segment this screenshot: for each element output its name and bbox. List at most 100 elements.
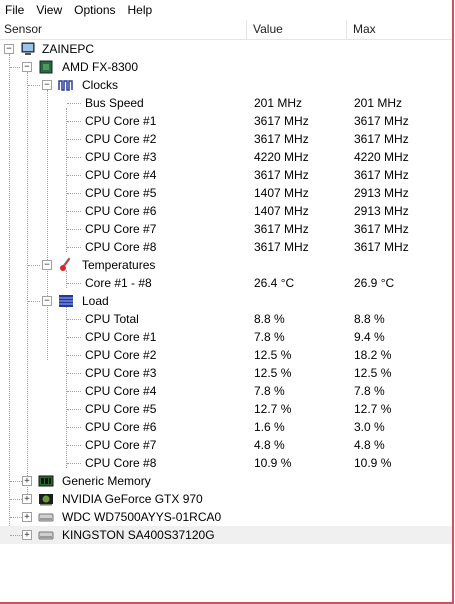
sensor-name: Bus Speed	[85, 96, 144, 110]
sensor-row[interactable]: CPU Core #5 1407 MHz 2913 MHz	[0, 184, 452, 202]
sensor-row[interactable]: CPU Core #7 4.8 % 4.8 %	[0, 436, 452, 454]
sensor-value: 3617 MHz	[254, 132, 309, 146]
column-header: Sensor Value Max	[0, 20, 452, 40]
sensor-max: 10.9 %	[354, 456, 392, 470]
tree-node-device[interactable]: + KINGSTON SA400S37120G	[0, 526, 452, 544]
tree-guide	[67, 193, 81, 194]
sensor-row[interactable]: Bus Speed 201 MHz 201 MHz	[0, 94, 452, 112]
tree-node-label: WDC WD7500AYYS-01RCA0	[62, 510, 222, 524]
sensor-name: CPU Core #4	[85, 168, 157, 182]
sensor-name: CPU Core #1	[85, 330, 157, 344]
sensor-row[interactable]: CPU Core #8 10.9 % 10.9 %	[0, 454, 452, 472]
tree-guide	[67, 247, 81, 248]
tree-node-label: Generic Memory	[62, 474, 151, 488]
tree-node-label: NVIDIA GeForce GTX 970	[62, 492, 203, 506]
tree-guide	[67, 355, 81, 356]
tree-guide	[10, 499, 22, 500]
sensor-row[interactable]: CPU Core #6 1407 MHz 2913 MHz	[0, 202, 452, 220]
column-max[interactable]: Max	[347, 20, 452, 39]
collapse-toggle[interactable]: −	[42, 80, 52, 90]
menu-help[interactable]: Help	[122, 0, 159, 20]
expand-toggle[interactable]: +	[22, 530, 32, 540]
tree-node-cpu[interactable]: − AMD FX-8300	[0, 58, 452, 76]
sensor-name: CPU Core #3	[85, 150, 157, 164]
gpu-icon	[39, 494, 53, 506]
sensor-value: 12.7 %	[254, 402, 292, 416]
sensor-row[interactable]: CPU Core #1 7.8 % 9.4 %	[0, 328, 452, 346]
sensor-max: 201 MHz	[354, 96, 403, 110]
sensor-value: 1.6 %	[254, 420, 285, 434]
sensor-row[interactable]: CPU Total 8.8 % 8.8 %	[0, 310, 452, 328]
sensor-max: 2913 MHz	[354, 204, 409, 218]
hard-drive-icon	[38, 531, 54, 540]
sensor-max: 7.8 %	[354, 384, 385, 398]
sensor-row[interactable]: CPU Core #3 12.5 % 12.5 %	[0, 364, 452, 382]
tree-guide	[10, 535, 22, 536]
sensor-row[interactable]: CPU Core #4 7.8 % 7.8 %	[0, 382, 452, 400]
sensor-name: CPU Total	[85, 312, 139, 326]
sensor-row[interactable]: CPU Core #6 1.6 % 3.0 %	[0, 418, 452, 436]
sensor-row[interactable]: CPU Core #5 12.7 % 12.7 %	[0, 400, 452, 418]
sensor-row[interactable]: CPU Core #2 12.5 % 18.2 %	[0, 346, 452, 364]
tree-node-device[interactable]: + NVIDIA GeForce GTX 970	[0, 490, 452, 508]
collapse-toggle[interactable]: −	[4, 44, 14, 54]
tree-guide	[67, 229, 81, 230]
sensor-max: 12.5 %	[354, 366, 392, 380]
tree-node-load[interactable]: − Load	[0, 292, 452, 310]
expand-toggle[interactable]: +	[22, 476, 32, 486]
sensor-name: CPU Core #8	[85, 240, 157, 254]
sensor-row[interactable]: CPU Core #4 3617 MHz 3617 MHz	[0, 166, 452, 184]
column-value[interactable]: Value	[247, 20, 347, 39]
tree-guide	[10, 481, 22, 482]
menu-options[interactable]: Options	[68, 0, 121, 20]
tree-node-label: KINGSTON SA400S37120G	[62, 528, 215, 542]
tree-node-device[interactable]: + WDC WD7500AYYS-01RCA0	[0, 508, 452, 526]
menu-view[interactable]: View	[30, 0, 68, 20]
sensor-max: 3617 MHz	[354, 132, 409, 146]
sensor-max: 3617 MHz	[354, 240, 409, 254]
sensor-value: 4.8 %	[254, 438, 285, 452]
sensor-row[interactable]: Core #1 - #8 26.4 °C 26.9 °C	[0, 274, 452, 292]
expand-toggle[interactable]: +	[22, 512, 32, 522]
sensor-row[interactable]: CPU Core #1 3617 MHz 3617 MHz	[0, 112, 452, 130]
tree-node-computer[interactable]: − ZAINEPC	[0, 40, 452, 58]
sensor-max: 4.8 %	[354, 438, 385, 452]
sensor-value: 3617 MHz	[254, 168, 309, 182]
expand-toggle[interactable]: +	[22, 494, 32, 504]
sensor-name: CPU Core #2	[85, 132, 157, 146]
tree-node-label: ZAINEPC	[42, 42, 95, 56]
tree-node-clocks[interactable]: − Clocks	[0, 76, 452, 94]
menu-file[interactable]: File	[0, 0, 30, 20]
sensor-name: CPU Core #4	[85, 384, 157, 398]
tree-node-label: Clocks	[82, 78, 119, 92]
sensor-value: 1407 MHz	[254, 204, 309, 218]
sensor-max: 3617 MHz	[354, 222, 409, 236]
sensor-name: CPU Core #2	[85, 348, 157, 362]
sensor-max: 3617 MHz	[354, 114, 409, 128]
tree-guide	[67, 121, 81, 122]
sensor-row[interactable]: CPU Core #3 4220 MHz 4220 MHz	[0, 148, 452, 166]
collapse-toggle[interactable]: −	[42, 260, 52, 270]
tree-guide	[10, 517, 22, 518]
sensor-row[interactable]: CPU Core #7 3617 MHz 3617 MHz	[0, 220, 452, 238]
menu-bar: File View Options Help	[0, 0, 452, 21]
tree-node-label: AMD FX-8300	[62, 60, 139, 74]
sensor-value: 10.9 %	[254, 456, 292, 470]
sensor-value: 3617 MHz	[254, 114, 309, 128]
tree-node-label: Temperatures	[82, 258, 156, 272]
sensor-value: 12.5 %	[254, 348, 292, 362]
tree-node-temperatures[interactable]: − Temperatures	[0, 256, 452, 274]
sensor-row[interactable]: CPU Core #2 3617 MHz 3617 MHz	[0, 130, 452, 148]
sensor-row[interactable]: CPU Core #8 3617 MHz 3617 MHz	[0, 238, 452, 256]
collapse-toggle[interactable]: −	[22, 62, 32, 72]
column-sensor[interactable]: Sensor	[0, 20, 247, 39]
tree-guide	[67, 427, 81, 428]
tree-guide	[67, 211, 81, 212]
tree-node-device[interactable]: + Generic Memory	[0, 472, 452, 490]
sensor-value: 8.8 %	[254, 312, 285, 326]
sensor-max: 9.4 %	[354, 330, 385, 344]
collapse-toggle[interactable]: −	[42, 296, 52, 306]
tree-guide	[67, 157, 81, 158]
tree-node-label: Load	[82, 294, 109, 308]
sensor-value: 201 MHz	[254, 96, 303, 110]
